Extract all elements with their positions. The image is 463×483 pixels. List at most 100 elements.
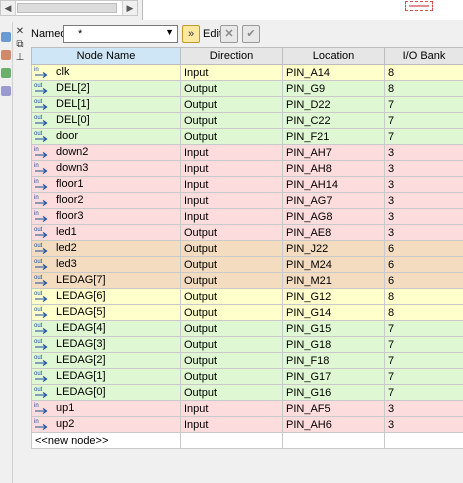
- location-cell[interactable]: PIN_AG7: [282, 192, 385, 209]
- direction-cell[interactable]: Output: [180, 320, 283, 337]
- io-bank-cell[interactable]: 3: [384, 176, 463, 193]
- node-name-cell[interactable]: out led1: [31, 224, 181, 241]
- io-bank-cell[interactable]: 3: [384, 400, 463, 417]
- pin-icon[interactable]: ⊥: [13, 51, 27, 64]
- io-bank-cell[interactable]: 7: [384, 336, 463, 353]
- location-cell[interactable]: PIN_M24: [282, 256, 385, 273]
- location-cell[interactable]: PIN_C22: [282, 112, 385, 129]
- node-name-cell[interactable]: in floor3: [31, 208, 181, 225]
- node-name-cell[interactable]: out LEDAG[6]: [31, 288, 181, 305]
- column-header-direction[interactable]: Direction: [180, 47, 283, 65]
- direction-cell[interactable]: Output: [180, 128, 283, 145]
- chevron-down-icon[interactable]: ▼: [165, 27, 174, 37]
- node-name-cell[interactable]: out LEDAG[2]: [31, 352, 181, 369]
- table-row[interactable]: in down3 Input PIN_AH8 3: [31, 160, 463, 177]
- io-bank-cell[interactable]: 3: [384, 224, 463, 241]
- tool-icon[interactable]: [1, 32, 11, 42]
- direction-cell[interactable]: Input: [180, 208, 283, 225]
- table-row[interactable]: out LEDAG[2] Output PIN_F18 7: [31, 352, 463, 369]
- direction-cell[interactable]: Input: [180, 192, 283, 209]
- table-row[interactable]: out led3 Output PIN_M24 6: [31, 256, 463, 273]
- direction-cell[interactable]: Output: [180, 352, 283, 369]
- node-name-cell[interactable]: in down3: [31, 160, 181, 177]
- table-row[interactable]: out LEDAG[4] Output PIN_G15 7: [31, 320, 463, 337]
- location-cell[interactable]: PIN_G17: [282, 368, 385, 385]
- cancel-edit-button[interactable]: ✕: [220, 25, 238, 43]
- node-name-cell[interactable]: in down2: [31, 144, 181, 161]
- io-bank-cell[interactable]: 6: [384, 272, 463, 289]
- table-row[interactable]: in clk Input PIN_A14 8: [31, 64, 463, 81]
- direction-cell[interactable]: Input: [180, 160, 283, 177]
- scroll-left-icon[interactable]: ◀: [1, 1, 16, 15]
- table-row[interactable]: in floor2 Input PIN_AG7 3: [31, 192, 463, 209]
- new-node-row[interactable]: <<new node>>: [31, 432, 463, 449]
- io-bank-cell[interactable]: 3: [384, 160, 463, 177]
- node-name-cell[interactable]: out DEL[0]: [31, 112, 181, 129]
- node-name-cell[interactable]: out LEDAG[4]: [31, 320, 181, 337]
- table-row[interactable]: out LEDAG[7] Output PIN_M21 6: [31, 272, 463, 289]
- io-bank-cell[interactable]: 3: [384, 192, 463, 209]
- io-bank-cell[interactable]: 6: [384, 240, 463, 257]
- direction-cell[interactable]: Output: [180, 80, 283, 97]
- table-row[interactable]: out LEDAG[0] Output PIN_G16 7: [31, 384, 463, 401]
- io-bank-cell[interactable]: 8: [384, 80, 463, 97]
- direction-cell[interactable]: Output: [180, 304, 283, 321]
- location-cell[interactable]: PIN_G12: [282, 288, 385, 305]
- direction-cell[interactable]: Output: [180, 288, 283, 305]
- io-bank-cell[interactable]: 6: [384, 256, 463, 273]
- table-row[interactable]: in up2 Input PIN_AH6 3: [31, 416, 463, 433]
- io-bank-cell[interactable]: 7: [384, 128, 463, 145]
- io-bank-cell[interactable]: 8: [384, 288, 463, 305]
- io-bank-cell[interactable]: 3: [384, 416, 463, 433]
- direction-cell[interactable]: Output: [180, 96, 283, 113]
- column-header-location[interactable]: Location: [282, 47, 385, 65]
- io-bank-cell[interactable]: 7: [384, 320, 463, 337]
- location-cell[interactable]: PIN_AF5: [282, 400, 385, 417]
- node-name-cell[interactable]: in floor2: [31, 192, 181, 209]
- node-name-cell[interactable]: out LEDAG[1]: [31, 368, 181, 385]
- table-row[interactable]: out LEDAG[1] Output PIN_G17 7: [31, 368, 463, 385]
- io-bank-cell[interactable]: 3: [384, 208, 463, 225]
- location-cell[interactable]: PIN_AG8: [282, 208, 385, 225]
- table-row[interactable]: out led2 Output PIN_J22 6: [31, 240, 463, 257]
- location-cell[interactable]: PIN_F21: [282, 128, 385, 145]
- scroll-thumb[interactable]: [17, 3, 117, 13]
- double-arrow-button[interactable]: »: [182, 25, 200, 43]
- io-bank-cell[interactable]: 3: [384, 144, 463, 161]
- direction-cell[interactable]: Input: [180, 64, 283, 81]
- direction-cell[interactable]: Output: [180, 368, 283, 385]
- horizontal-scrollbar[interactable]: ◀ ▶: [0, 0, 138, 16]
- location-cell[interactable]: PIN_G9: [282, 80, 385, 97]
- node-name-cell[interactable]: out DEL[2]: [31, 80, 181, 97]
- tool-icon[interactable]: [1, 50, 11, 60]
- table-row[interactable]: out led1 Output PIN_AE8 3: [31, 224, 463, 241]
- node-name-cell[interactable]: out door: [31, 128, 181, 145]
- io-bank-cell[interactable]: 7: [384, 384, 463, 401]
- direction-cell[interactable]: Input: [180, 400, 283, 417]
- io-bank-cell[interactable]: 7: [384, 368, 463, 385]
- location-cell[interactable]: PIN_J22: [282, 240, 385, 257]
- table-row[interactable]: out DEL[1] Output PIN_D22 7: [31, 96, 463, 113]
- tool-icon[interactable]: [1, 68, 11, 78]
- table-row[interactable]: out LEDAG[3] Output PIN_G18 7: [31, 336, 463, 353]
- location-cell[interactable]: PIN_AH6: [282, 416, 385, 433]
- direction-cell[interactable]: Input: [180, 144, 283, 161]
- node-name-cell[interactable]: in clk: [31, 64, 181, 81]
- node-name-cell[interactable]: out DEL[1]: [31, 96, 181, 113]
- location-cell[interactable]: PIN_G15: [282, 320, 385, 337]
- direction-cell[interactable]: Output: [180, 336, 283, 353]
- node-name-cell[interactable]: out LEDAG[3]: [31, 336, 181, 353]
- table-row[interactable]: out DEL[0] Output PIN_C22 7: [31, 112, 463, 129]
- scroll-right-icon[interactable]: ▶: [122, 1, 137, 15]
- location-cell[interactable]: PIN_AE8: [282, 224, 385, 241]
- table-row[interactable]: in up1 Input PIN_AF5 3: [31, 400, 463, 417]
- location-cell[interactable]: PIN_M21: [282, 272, 385, 289]
- node-name-cell[interactable]: out led2: [31, 240, 181, 257]
- close-icon[interactable]: ✕: [13, 25, 27, 38]
- table-row[interactable]: in floor1 Input PIN_AH14 3: [31, 176, 463, 193]
- tool-icon[interactable]: [1, 86, 11, 96]
- direction-cell[interactable]: Output: [180, 272, 283, 289]
- node-name-cell[interactable]: out LEDAG[0]: [31, 384, 181, 401]
- accept-edit-button[interactable]: ✔: [242, 25, 260, 43]
- table-row[interactable]: out DEL[2] Output PIN_G9 8: [31, 80, 463, 97]
